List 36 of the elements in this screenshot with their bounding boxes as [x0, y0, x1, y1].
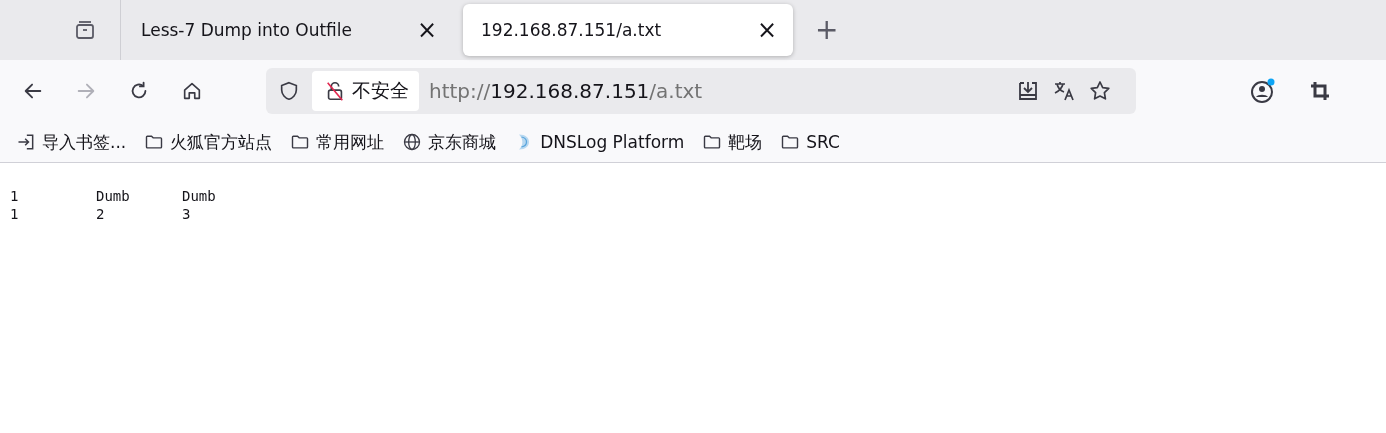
- text-field-value: Dumb: [182, 187, 217, 205]
- new-tab-button[interactable]: +: [815, 16, 839, 44]
- folder-icon: [144, 132, 165, 152]
- download-icon[interactable]: [1016, 79, 1040, 103]
- folder-icon: [780, 132, 801, 152]
- broken-lock-icon: [324, 80, 346, 102]
- crop-icon[interactable]: [1308, 79, 1332, 103]
- bookmark-item[interactable]: 常用网址: [290, 130, 385, 154]
- address-bar[interactable]: 不安全 http://192.168.87.151/a.txt: [266, 68, 1136, 114]
- bookmark-item[interactable]: 火狐官方站点: [144, 130, 273, 154]
- url-text[interactable]: http://192.168.87.151/a.txt: [429, 79, 703, 103]
- text-field-value: 2: [96, 205, 106, 223]
- import-icon: [16, 132, 36, 152]
- shield-icon[interactable]: [278, 80, 300, 102]
- text-field-value: Dumb: [96, 187, 131, 205]
- bookmark-item[interactable]: 京东商城: [402, 130, 497, 154]
- tab-tray-icon[interactable]: [73, 18, 97, 42]
- folder-icon: [290, 132, 311, 152]
- security-indicator[interactable]: 不安全: [312, 71, 419, 111]
- browser-tab[interactable]: Less-7 Dump into Outfile ×: [123, 4, 453, 56]
- account-icon[interactable]: [1249, 77, 1277, 105]
- folder-icon: [702, 132, 723, 152]
- text-field-value: 1: [10, 205, 20, 223]
- close-icon[interactable]: ×: [416, 18, 437, 42]
- text-field-value: 1: [10, 187, 20, 205]
- close-icon[interactable]: ×: [756, 18, 777, 42]
- bookmark-item[interactable]: DNSLog Platform: [514, 132, 685, 152]
- bookmark-item[interactable]: 靶场: [702, 130, 763, 154]
- bookmark-item[interactable]: 导入书签...: [16, 130, 127, 154]
- home-icon[interactable]: [181, 80, 203, 102]
- browser-tab[interactable]: 192.168.87.151/a.txt ×: [463, 4, 793, 56]
- globe-icon: [402, 132, 423, 152]
- bookmark-item[interactable]: SRC: [780, 132, 840, 152]
- text-field-value: 3: [182, 205, 192, 223]
- star-icon[interactable]: [1088, 79, 1112, 103]
- translate-icon[interactable]: [1052, 79, 1076, 103]
